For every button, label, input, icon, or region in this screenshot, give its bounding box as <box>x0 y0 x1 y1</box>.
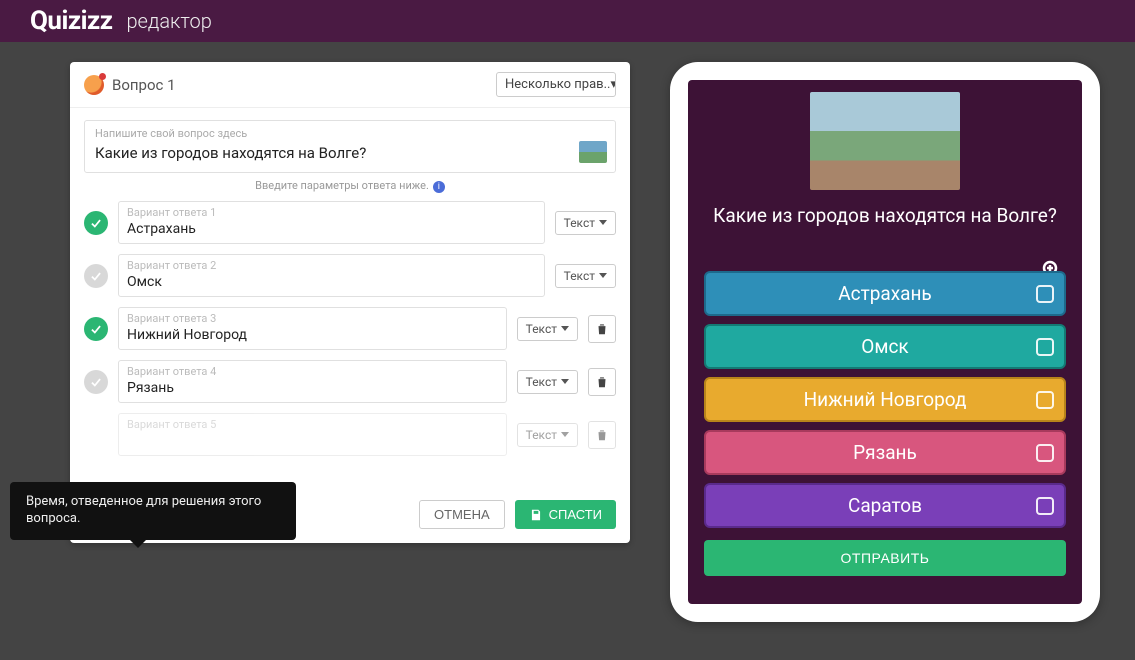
brand-logo: Quizizz <box>30 6 112 36</box>
preview-submit-button[interactable]: ОТПРАВИТЬ <box>704 540 1066 576</box>
answer-type-select[interactable]: Текст <box>517 423 578 447</box>
time-tooltip: Время, отведенное для решения этого вопр… <box>10 482 296 540</box>
answer-row: Вариант ответа 4 Рязань Текст <box>84 360 616 403</box>
chevron-down-icon <box>561 326 569 331</box>
preview-question-text: Какие из городов находятся на Волге? <box>713 204 1057 227</box>
answers-list: Вариант ответа 1 Астрахань Текст Вариант… <box>70 201 630 456</box>
question-number: Вопрос 1 <box>112 76 176 94</box>
checkbox-icon <box>1036 497 1054 515</box>
question-editor-card: Вопрос 1 Несколько прав..▾ Напишите свой… <box>70 62 630 543</box>
answer-type-select[interactable]: Текст <box>555 211 616 235</box>
info-icon[interactable]: i <box>433 181 445 193</box>
correct-toggle[interactable] <box>84 370 108 394</box>
answer-row: Вариант ответа 3 Нижний Новгород Текст <box>84 307 616 350</box>
chevron-down-icon <box>561 379 569 384</box>
preview-option[interactable]: Саратов <box>704 483 1066 528</box>
delete-answer-button[interactable] <box>588 315 616 343</box>
answer-type-select[interactable]: Текст <box>517 317 578 341</box>
preview-option[interactable]: Омск <box>704 324 1066 369</box>
answer-input[interactable]: Вариант ответа 4 Рязань <box>118 360 507 403</box>
preview-option[interactable]: Рязань <box>704 430 1066 475</box>
preview-screen: Какие из городов находятся на Волге? Аст… <box>688 80 1082 604</box>
chevron-down-icon <box>561 432 569 437</box>
question-placeholder: Напишите свой вопрос здесь <box>95 127 605 140</box>
question-text: Какие из городов находятся на Волге? <box>95 144 605 162</box>
preview-option[interactable]: Нижний Новгород <box>704 377 1066 422</box>
chevron-down-icon <box>599 220 607 225</box>
checkbox-icon <box>1036 391 1054 409</box>
correct-toggle[interactable] <box>84 264 108 288</box>
answer-input[interactable]: Вариант ответа 1 Астрахань <box>118 201 545 244</box>
answer-row: Вариант ответа 2 Омск Текст <box>84 254 616 297</box>
checkbox-icon <box>1036 338 1054 356</box>
answer-input[interactable]: Вариант ответа 3 Нижний Новгород <box>118 307 507 350</box>
cancel-button[interactable]: ОТМЕНА <box>419 500 505 529</box>
question-input[interactable]: Напишите свой вопрос здесь Какие из горо… <box>84 120 616 173</box>
checkbox-icon <box>1036 444 1054 462</box>
save-button[interactable]: СПАСТИ <box>515 500 616 529</box>
question-icon <box>84 75 104 95</box>
preview-tablet: Какие из городов находятся на Волге? Аст… <box>670 62 1100 622</box>
editor-mode-label: редактор <box>126 9 211 33</box>
chevron-down-icon <box>599 273 607 278</box>
checkbox-icon <box>1036 285 1054 303</box>
question-type-select[interactable]: Несколько прав..▾ <box>496 72 616 97</box>
correct-toggle[interactable] <box>84 317 108 341</box>
answer-input[interactable]: Вариант ответа 5 <box>118 413 507 456</box>
preview-option[interactable]: Астрахань <box>704 271 1066 316</box>
answer-type-select[interactable]: Текст <box>555 264 616 288</box>
answer-row: Вариант ответа 5 Текст <box>84 413 616 456</box>
preview-question-image <box>810 92 960 190</box>
answer-type-select[interactable]: Текст <box>517 370 578 394</box>
question-image-thumb[interactable] <box>579 141 607 163</box>
answer-row: Вариант ответа 1 Астрахань Текст <box>84 201 616 244</box>
answer-input[interactable]: Вариант ответа 2 Омск <box>118 254 545 297</box>
correct-toggle[interactable] <box>84 211 108 235</box>
answer-hint: Введите параметры ответа ниже.i <box>70 179 630 193</box>
save-icon <box>529 508 543 522</box>
topbar: Quizizz редактор <box>0 0 1135 42</box>
delete-answer-button[interactable] <box>588 421 616 449</box>
delete-answer-button[interactable] <box>588 368 616 396</box>
